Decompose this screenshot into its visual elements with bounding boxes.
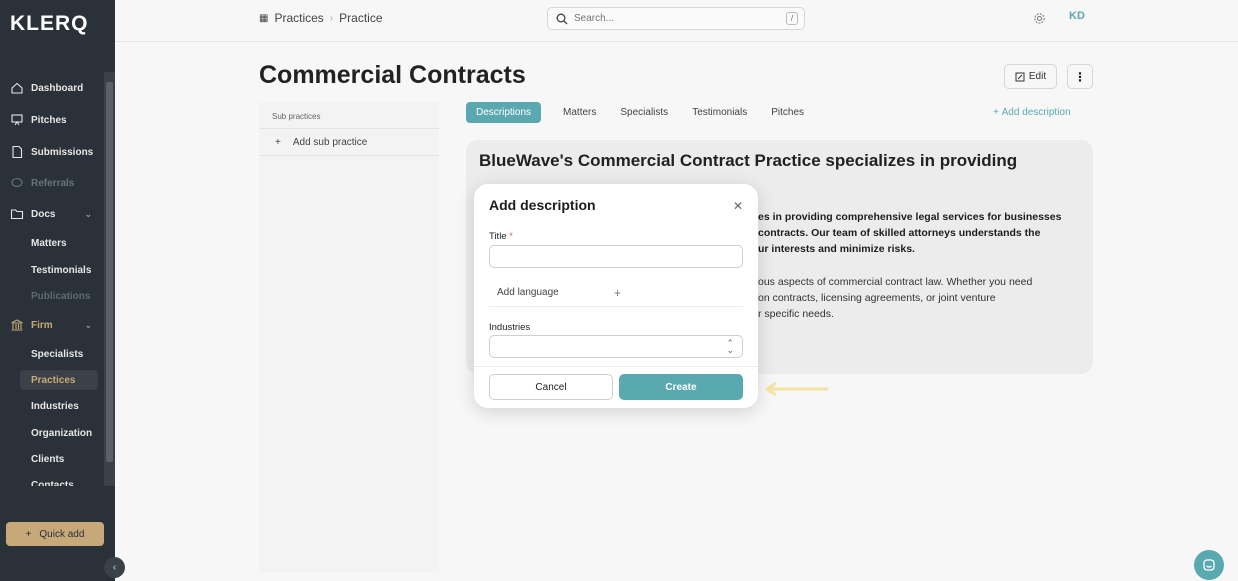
sidebar-item-label: Docs — [31, 208, 56, 220]
plus-icon: + — [993, 107, 1002, 118]
close-icon[interactable]: ✕ — [733, 199, 743, 213]
breadcrumb: ▦ Practices › Practice — [259, 11, 383, 25]
document-icon — [10, 145, 24, 159]
sidebar-item-industries[interactable]: Industries — [31, 401, 79, 412]
quick-add-button[interactable]: + Quick add — [6, 522, 104, 546]
divider — [489, 306, 743, 307]
divider — [474, 366, 758, 367]
chat-icon — [1203, 559, 1215, 571]
description-bold-text: es in providing comprehensive legal serv… — [758, 209, 1088, 257]
add-sub-practice-button[interactable]: + Add sub practice — [259, 129, 439, 156]
description-body-text: ous aspects of commercial contract law. … — [758, 274, 1088, 322]
plus-icon: + — [275, 136, 281, 148]
chat-icon — [10, 176, 24, 190]
chevron-down-icon: ⌄ — [84, 319, 92, 330]
sidebar-item-dashboard[interactable]: Dashboard — [0, 76, 104, 100]
sidebar-item-testimonials[interactable]: Testimonials — [31, 265, 91, 276]
bank-icon — [10, 318, 24, 332]
add-language-label[interactable]: Add language — [497, 287, 559, 298]
search-box[interactable]: / — [547, 7, 805, 30]
sidebar-item-label: Pitches — [31, 114, 67, 126]
add-language-button[interactable]: + — [614, 286, 621, 300]
add-description-modal: Add description ✕ Title * Add language +… — [474, 184, 758, 408]
description-title: BlueWave's Commercial Contract Practice … — [479, 151, 1018, 170]
gear-icon — [1034, 13, 1045, 24]
sidebar: KLERQ Dashboard Pitches Submissions Refe… — [0, 0, 115, 581]
sidebar-item-pitches[interactable]: Pitches — [0, 108, 104, 132]
presentation-icon — [10, 113, 24, 127]
folder-icon — [10, 207, 24, 221]
chevron-left-icon: ‹ — [112, 562, 117, 573]
settings-button[interactable] — [1033, 12, 1046, 30]
sidebar-item-docs[interactable]: Docs ⌄ — [0, 202, 104, 226]
search-input[interactable] — [574, 13, 774, 24]
select-arrows-icon: ⌃ ⌄ — [726, 338, 734, 355]
sidebar-item-organization[interactable]: Organization — [31, 428, 92, 439]
plus-icon: + — [25, 528, 32, 540]
text-line: r specific needs. — [758, 308, 834, 320]
text-line: es in providing comprehensive legal serv… — [758, 211, 1062, 223]
sidebar-item-specialists[interactable]: Specialists — [31, 349, 83, 360]
sidebar-item-label: Firm — [31, 319, 53, 331]
breadcrumb-practices[interactable]: Practices — [274, 11, 323, 25]
quick-add-label: Quick add — [39, 528, 85, 540]
sidebar-item-practices[interactable]: Practices — [20, 370, 98, 390]
search-shortcut: / — [786, 12, 798, 25]
tab-pitches[interactable]: Pitches — [771, 103, 804, 122]
sidebar-item-clients[interactable]: Clients — [31, 454, 64, 465]
sidebar-item-matters[interactable]: Matters — [31, 238, 67, 249]
avatar[interactable]: KD — [1069, 10, 1085, 22]
sidebar-item-label: Submissions — [31, 146, 94, 158]
top-bar: ▦ Practices › Practice / KD — [115, 0, 1238, 42]
edit-label: Edit — [1028, 71, 1047, 82]
sidebar-item-submissions[interactable]: Submissions — [0, 140, 104, 164]
sidebar-item-label: Referrals — [31, 177, 75, 189]
modal-title: Add description — [489, 197, 596, 213]
title-label-text: Title — [489, 231, 507, 242]
edit-icon — [1015, 72, 1025, 81]
app-logo: KLERQ — [10, 12, 89, 35]
sidebar-collapse-button[interactable]: ‹ — [104, 557, 125, 578]
chat-support-button[interactable] — [1194, 550, 1224, 580]
scrollbar-thumb[interactable] — [106, 82, 113, 462]
text-line: ous aspects of commercial contract law. … — [758, 276, 1033, 288]
tab-descriptions[interactable]: Descriptions — [466, 102, 542, 123]
sidebar-item-publications[interactable]: Publications — [31, 291, 90, 302]
add-description-label: Add description — [1001, 107, 1071, 118]
tab-matters[interactable]: Matters — [563, 103, 596, 122]
industries-select[interactable]: ⌃ ⌄ — [489, 335, 743, 358]
create-button[interactable]: Create — [619, 374, 743, 400]
chevron-down-icon: ⌄ — [84, 208, 92, 219]
title-label: Title * — [489, 231, 513, 242]
edit-button[interactable]: Edit — [1004, 64, 1057, 89]
text-line: on contracts, licensing agreements, or j… — [758, 292, 996, 304]
sidebar-item-firm[interactable]: Firm ⌄ — [0, 313, 104, 337]
industries-label: Industries — [489, 322, 531, 333]
breadcrumb-practice: Practice — [339, 11, 383, 25]
cancel-button[interactable]: Cancel — [489, 374, 613, 400]
search-icon — [556, 13, 568, 24]
page-title: Commercial Contracts — [259, 61, 526, 89]
text-line: contracts. Our team of skilled attorneys… — [758, 227, 1041, 239]
sidebar-item-contacts[interactable]: Contacts — [31, 480, 74, 486]
required-mark: * — [509, 231, 513, 242]
sub-practices-panel: Sub practices + Add sub practice — [259, 102, 439, 572]
sidebar-item-label: Dashboard — [31, 82, 84, 94]
pointer-arrow-icon — [765, 381, 828, 397]
sidebar-scrollbar[interactable] — [104, 72, 115, 486]
practice-tabs: Descriptions Matters Specialists Testimo… — [466, 102, 828, 123]
tab-testimonials[interactable]: Testimonials — [692, 103, 747, 122]
sidebar-item-referrals[interactable]: Referrals — [0, 171, 104, 195]
building-icon: ▦ — [259, 12, 269, 24]
breadcrumb-separator: › — [329, 12, 334, 24]
sub-practices-header: Sub practices — [259, 102, 439, 129]
tab-specialists[interactable]: Specialists — [620, 103, 668, 122]
add-description-link[interactable]: + Add description — [993, 107, 1071, 118]
title-field[interactable] — [489, 245, 743, 268]
text-line: ur interests and minimize risks. — [758, 243, 915, 255]
add-sub-practice-label: Add sub practice — [292, 136, 368, 148]
more-options-button[interactable]: ⋮ — [1067, 64, 1093, 89]
home-icon — [10, 81, 24, 95]
